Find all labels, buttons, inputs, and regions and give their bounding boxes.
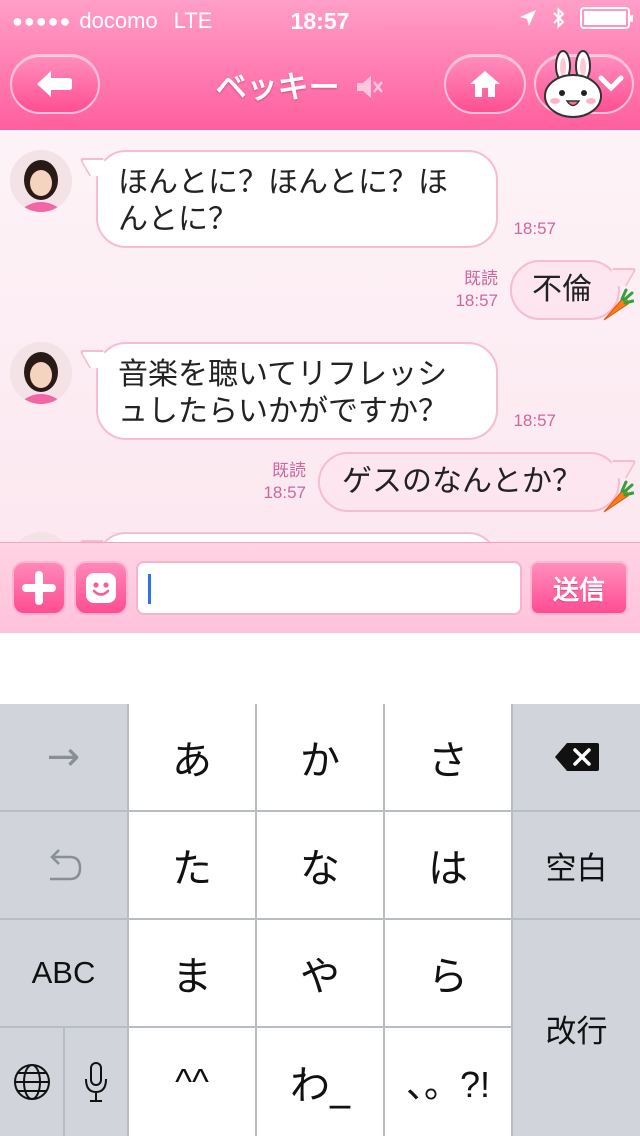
person-photo-icon — [10, 150, 72, 212]
message-bubble-outgoing[interactable]: ゲスのなんとか？ — [318, 452, 620, 512]
text-caret — [148, 574, 151, 604]
speaker-mute-icon — [357, 76, 384, 98]
contact-avatar[interactable] — [10, 532, 72, 542]
message-time: 18:57 — [513, 219, 556, 238]
smiley-icon — [86, 573, 116, 603]
bluetooth-icon — [553, 7, 565, 29]
person-photo-icon — [10, 342, 72, 404]
send-button[interactable]: 送信 — [530, 561, 628, 615]
message-text: ゲスのなんとか？ — [342, 464, 582, 499]
status-right — [518, 6, 633, 30]
message-input[interactable] — [136, 561, 522, 615]
message-time: 18:57 — [455, 291, 498, 310]
location-arrow-icon — [520, 10, 536, 26]
key-ra[interactable]: ら — [385, 920, 511, 1026]
chat-title: ベッキー — [150, 62, 450, 107]
chat-area[interactable]: ほんとに？ほんとに？ほ んとに？ 18:57 既読 18:57 不倫 音楽を聴い… — [0, 130, 640, 542]
key-wa[interactable]: わ_ — [257, 1028, 383, 1136]
message-text: 不倫 — [532, 272, 592, 307]
battery-icon — [580, 7, 633, 29]
key-abc[interactable]: ABC — [0, 920, 127, 1026]
message-input-bar: 送信 — [0, 542, 640, 632]
key-a[interactable]: あ — [129, 704, 255, 810]
contact-avatar[interactable] — [10, 342, 72, 404]
message-text-line: ほんとに？ほんとに？ほ — [118, 165, 448, 200]
key-sa[interactable]: さ — [385, 704, 511, 810]
key-return[interactable]: 改行 — [513, 920, 640, 1136]
chat-title-text: ベッキー — [215, 70, 340, 106]
key-globe[interactable] — [0, 1028, 63, 1136]
arrow-right-icon: → — [46, 734, 81, 780]
input-spacer — [0, 632, 640, 704]
key-next-candidate[interactable]: → — [0, 704, 127, 810]
plus-icon — [22, 571, 56, 605]
globe-icon — [13, 1064, 50, 1100]
bunny-mascot-icon — [544, 50, 602, 118]
app-header: ●●●●● docomo LTE 18:57 ベッキー — [0, 0, 640, 130]
key-emoticon[interactable]: ^^ — [129, 1028, 255, 1136]
japanese-keyboard: → あ か さ た な は 空白 ABC ま や ら 改行 ^^ わ_ 、。?! — [0, 704, 640, 1136]
key-punctuation[interactable]: 、。?! — [385, 1028, 511, 1136]
message-text-line: んとに？ — [118, 202, 238, 237]
key-ka[interactable]: か — [257, 704, 383, 810]
backspace-icon — [554, 743, 599, 771]
message-bubble-incoming[interactable]: 音楽を聴いてリフレッシ ュしたらいかがですか？ — [96, 342, 498, 440]
home-icon — [470, 71, 500, 97]
person-photo-icon — [10, 532, 72, 542]
read-receipt: 既読 18:57 — [440, 268, 498, 312]
home-button[interactable] — [444, 54, 526, 114]
message-bubble-incoming[interactable] — [96, 532, 498, 542]
sticker-button[interactable] — [74, 561, 128, 615]
microphone-icon — [85, 1062, 107, 1102]
carrot-sticker-icon — [603, 288, 634, 321]
carrot-sticker-icon — [603, 480, 634, 513]
key-dictation[interactable] — [65, 1028, 127, 1136]
read-label: 既読 — [464, 269, 498, 288]
key-ha[interactable]: は — [385, 812, 511, 918]
key-undo[interactable] — [0, 812, 127, 918]
arrow-left-icon — [37, 71, 72, 97]
message-bubble-incoming[interactable]: ほんとに？ほんとに？ほ んとに？ — [96, 150, 498, 248]
contact-avatar[interactable] — [10, 150, 72, 212]
key-ya[interactable]: や — [257, 920, 383, 1026]
key-space[interactable]: 空白 — [513, 812, 640, 918]
key-ta[interactable]: た — [129, 812, 255, 918]
key-na[interactable]: な — [257, 812, 383, 918]
key-ma[interactable]: ま — [129, 920, 255, 1026]
undo-icon — [49, 849, 81, 881]
key-backspace[interactable] — [513, 704, 640, 810]
back-button[interactable] — [10, 54, 100, 114]
message-time: 18:57 — [263, 483, 306, 502]
read-label: 既読 — [272, 461, 306, 480]
message-time: 18:57 — [513, 411, 556, 430]
message-text-line: ュしたらいかがですか？ — [118, 394, 448, 429]
attach-button[interactable] — [12, 561, 66, 615]
message-text-line: 音楽を聴いてリフレッシ — [118, 357, 448, 392]
status-bar: ●●●●● docomo LTE 18:57 — [0, 0, 640, 40]
read-receipt: 既読 18:57 — [248, 460, 306, 504]
